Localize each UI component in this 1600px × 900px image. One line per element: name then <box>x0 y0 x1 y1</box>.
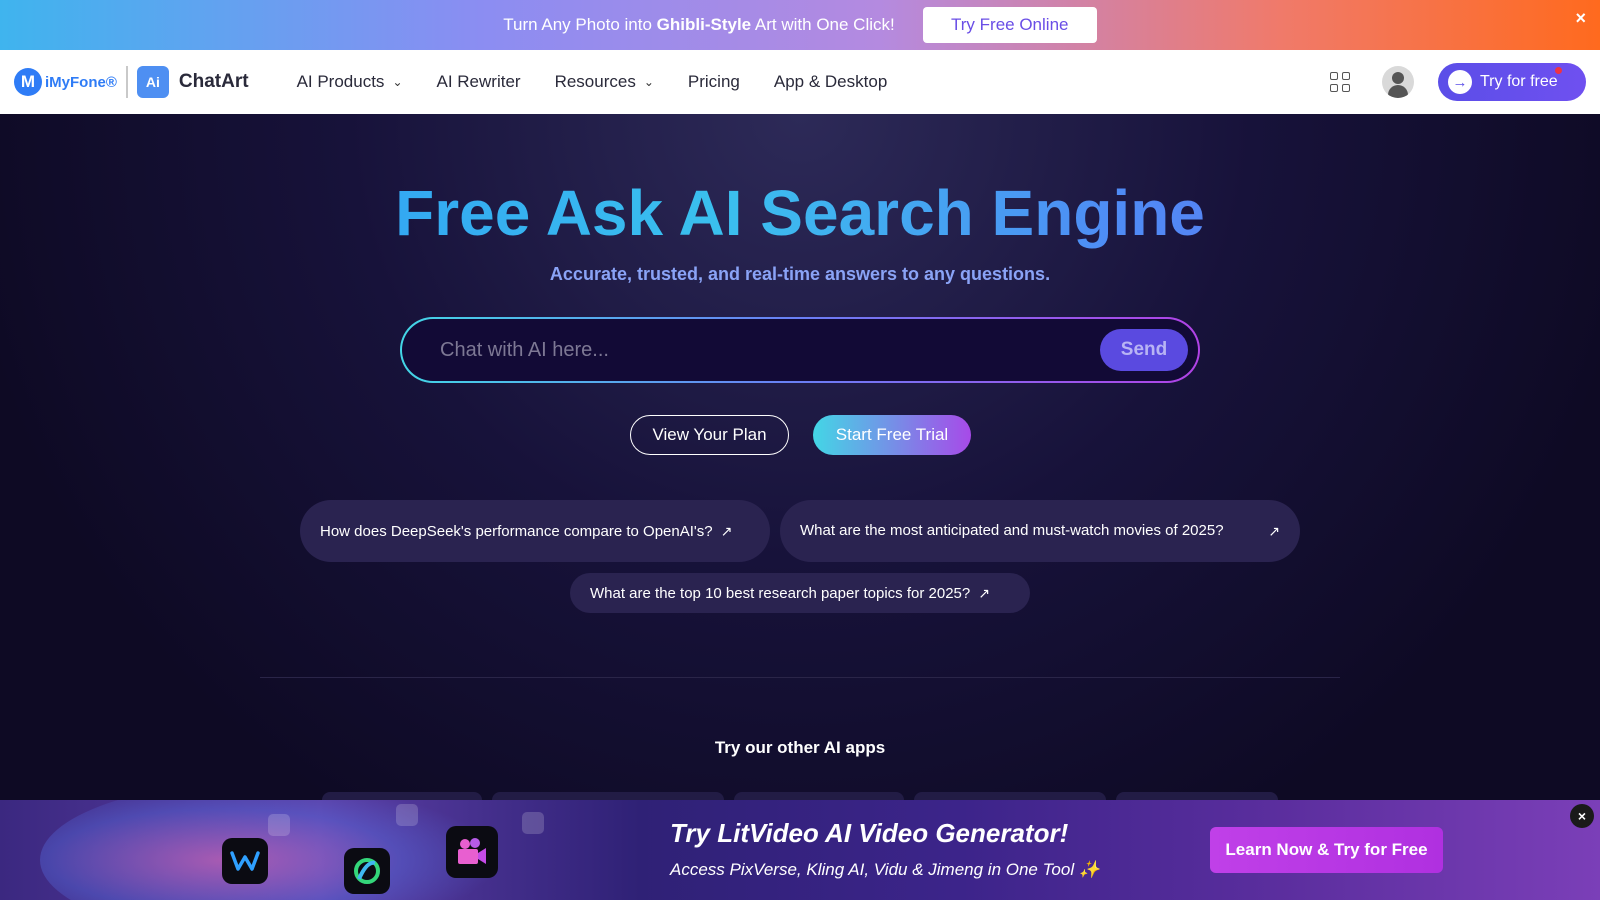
send-button[interactable]: Send <box>1100 329 1188 371</box>
other-apps-heading: Try our other AI apps <box>714 738 886 757</box>
suggestion-text: What are the top 10 best research paper … <box>590 584 971 602</box>
promo-text: Turn Any Photo into Ghibli-Style Art wit… <box>503 15 895 35</box>
brand-divider <box>125 66 128 98</box>
suggestion-chip[interactable]: What are the most anticipated and must-w… <box>780 500 1300 562</box>
nav-resources[interactable]: Resources ⌄ <box>555 72 654 92</box>
chat-search-inner: Send <box>402 319 1198 381</box>
page-title: Free Ask AI Search Engine <box>0 176 1600 250</box>
nav-right: → Try for free <box>1330 50 1586 114</box>
chevron-down-icon: ⌄ <box>643 75 654 89</box>
arrow-up-right-icon: ↗ <box>720 522 733 539</box>
nav-app-desktop-label: App & Desktop <box>773 72 888 91</box>
ghost-app-icon <box>396 804 418 826</box>
imyfone-logo-icon: M <box>14 68 42 96</box>
try-for-free-button[interactable]: → Try for free <box>1438 63 1586 101</box>
nav-pricing[interactable]: Pricing <box>688 72 740 92</box>
brand[interactable]: M iMyFone® Ai ChatArt <box>14 66 249 98</box>
nav-ai-products-label: AI Products <box>296 72 385 91</box>
hero-actions: View Your Plan Start Free Trial <box>630 415 971 455</box>
vidu-app-icon <box>222 838 268 884</box>
nav-ai-rewriter[interactable]: AI Rewriter <box>437 72 521 92</box>
chatart-logo-icon: Ai <box>136 66 169 98</box>
close-icon[interactable]: × <box>1570 804 1594 828</box>
view-plan-button[interactable]: View Your Plan <box>630 415 789 455</box>
ad-title: Try LitVideo AI Video Generator! <box>670 818 1069 848</box>
litvideo-ad-banner: Try LitVideo AI Video Generator! Access … <box>0 800 1600 900</box>
litvideo-app-icon <box>446 826 498 878</box>
promo-text-end: Art with One Click! <box>751 15 895 34</box>
arrow-up-right-icon: ↗ <box>1268 522 1280 539</box>
avatar[interactable] <box>1382 66 1414 98</box>
section-divider <box>260 677 1340 678</box>
try-free-online-button[interactable]: Try Free Online <box>922 7 1097 43</box>
nav-resources-label: Resources <box>554 72 636 91</box>
suggestion-chip[interactable]: What are the top 10 best research paper … <box>570 573 1030 613</box>
promo-text-start: Turn Any Photo into <box>503 15 657 34</box>
notification-dot <box>1555 67 1562 74</box>
imyfone-logo-text: iMyFone® <box>45 73 117 91</box>
suggestion-text: How does DeepSeek's performance compare … <box>320 522 713 540</box>
suggestion-text: What are the most anticipated and must-w… <box>800 522 1224 539</box>
nav-pricing-label: Pricing <box>687 72 740 91</box>
nav-ai-products[interactable]: AI Products ⌄ <box>297 72 403 92</box>
ghost-app-icon <box>522 812 544 834</box>
hero-section: Free Ask AI Search Engine Accurate, trus… <box>0 114 1600 900</box>
try-for-free-label: Try for free <box>1480 73 1558 90</box>
arrow-right-icon: → <box>1448 70 1472 94</box>
ghost-app-icon <box>268 814 290 836</box>
kling-app-icon <box>344 848 390 894</box>
ad-subtitle: Access PixVerse, Kling AI, Vidu & Jimeng… <box>670 860 1100 879</box>
nav-links: AI Products ⌄ AI Rewriter Resources ⌄ Pric… <box>297 72 922 92</box>
nav-ai-rewriter-label: AI Rewriter <box>436 72 521 91</box>
chevron-down-icon: ⌄ <box>392 75 403 89</box>
arrow-up-right-icon: ↗ <box>978 584 990 601</box>
chatart-logo-text: ChatArt <box>178 71 249 92</box>
promo-text-highlight: Ghibli-Style <box>656 15 752 34</box>
chat-search-box: Send <box>400 317 1200 383</box>
chat-input[interactable] <box>402 338 1100 362</box>
page-subtitle: Accurate, trusted, and real-time answers… <box>549 264 1051 284</box>
close-icon[interactable]: × <box>1575 8 1586 29</box>
top-navigation: M iMyFone® Ai ChatArt AI Products ⌄ AI Re… <box>0 50 1600 114</box>
promo-banner: Turn Any Photo into Ghibli-Style Art wit… <box>0 0 1600 50</box>
nav-app-desktop[interactable]: App & Desktop <box>774 72 887 92</box>
apps-grid-icon[interactable] <box>1330 72 1350 92</box>
start-free-trial-button[interactable]: Start Free Trial <box>813 415 971 455</box>
learn-now-button[interactable]: Learn Now & Try for Free <box>1210 827 1443 873</box>
suggestion-chip[interactable]: How does DeepSeek's performance compare … <box>300 500 770 562</box>
